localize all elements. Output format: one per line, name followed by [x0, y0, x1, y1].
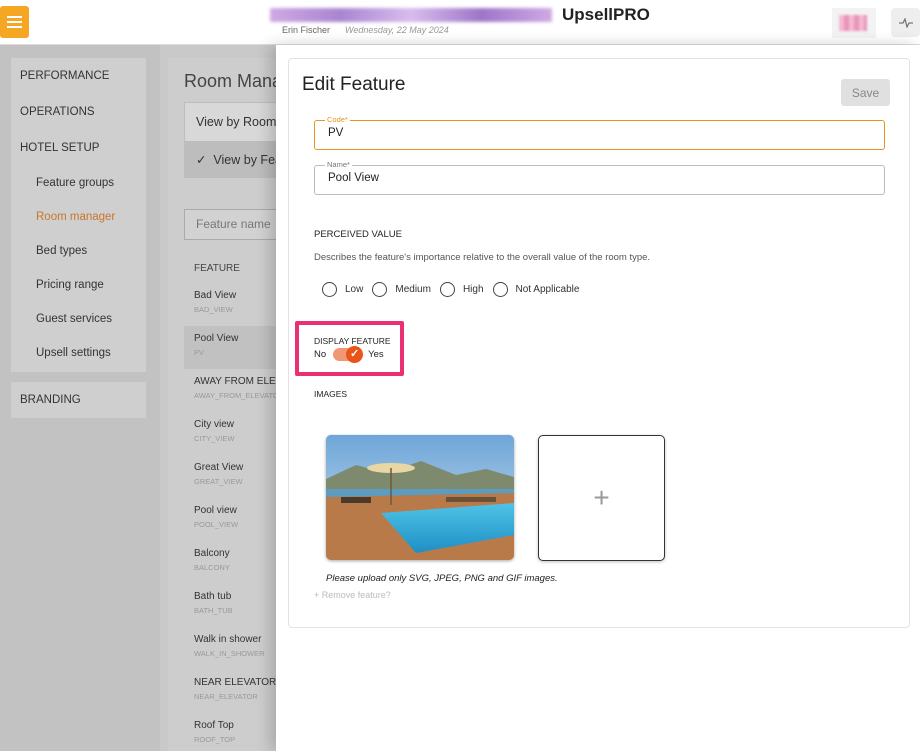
feature-code: WALK_IN_SHOWER [194, 649, 265, 658]
radio-label-medium: Medium [395, 284, 431, 295]
feature-search-input[interactable]: Feature name [184, 209, 276, 240]
sidebar-section-hotel-setup: HOTEL SETUP Feature groups Room manager … [11, 130, 146, 372]
name-field-label: Name* [325, 160, 352, 169]
feature-code: ROOF_TOP [194, 735, 236, 744]
feature-image-thumbnail[interactable] [326, 435, 514, 560]
radio-medium[interactable] [372, 282, 388, 297]
feature-code: CITY_VIEW [194, 434, 235, 443]
feature-name: Balcony [194, 548, 230, 559]
name-input[interactable] [328, 172, 858, 184]
feature-name: NEAR ELEVATOR [194, 677, 276, 688]
toggle-yes-label: Yes [368, 349, 384, 360]
sidebar-item-room-manager[interactable]: Room manager [11, 200, 146, 234]
feature-code: BATH_TUB [194, 606, 233, 615]
feature-row[interactable]: Pool view POOL_VIEW [184, 498, 276, 541]
sidebar-section-operations[interactable]: OPERATIONS [11, 94, 146, 130]
menu-icon[interactable] [0, 6, 29, 38]
feature-code: BALCONY [194, 563, 230, 572]
plus-icon: + [593, 482, 610, 513]
save-button[interactable]: Save [841, 79, 890, 106]
sidebar-item-hotel-setup[interactable]: HOTEL SETUP [11, 130, 146, 166]
feature-name: Pool view [194, 505, 237, 516]
add-image-button[interactable]: + [538, 435, 665, 561]
display-feature-label: DISPLAY FEATURE [314, 336, 391, 346]
edit-feature-drawer: Edit Feature Save Code* Name* PERCEIVED … [276, 45, 920, 751]
user-name: Erin Fischer [282, 25, 331, 35]
feature-row[interactable]: NEAR ELEVATOR NEAR_ELEVATOR [184, 670, 276, 713]
feature-column-header: FEATURE [194, 263, 240, 274]
check-icon: ✓ [196, 153, 214, 167]
check-icon: ✓ [346, 346, 364, 363]
feature-row[interactable]: City view CITY_VIEW [184, 412, 276, 455]
remove-feature-link[interactable]: + Remove feature? [314, 590, 391, 600]
feature-code: GREAT_VIEW [194, 477, 243, 486]
radio-high[interactable] [439, 282, 455, 297]
radio-low[interactable] [322, 282, 337, 297]
images-label: IMAGES [314, 389, 348, 399]
pulse-icon[interactable] [891, 8, 920, 37]
view-toggle: View by Room ✓ View by Feature [184, 102, 276, 178]
sidebar-item-operations[interactable]: OPERATIONS [11, 94, 146, 130]
edit-feature-card: Edit Feature Save Code* Name* PERCEIVED … [288, 58, 910, 628]
sidebar-item-pricing-range[interactable]: Pricing range [11, 268, 146, 302]
sidebar-section-branding[interactable]: BRANDING [11, 382, 146, 418]
name-field[interactable]: Name* [314, 160, 885, 195]
radio-label-high: High [462, 284, 484, 295]
radio-label-not-applicable: Not Applicable [515, 284, 580, 295]
toggle-no-label: No [314, 349, 327, 360]
perceived-value-options: Low Medium High Not Applicable [322, 282, 588, 297]
code-input[interactable] [328, 127, 858, 139]
feature-row[interactable]: Roof Top ROOF_TOP [184, 713, 276, 751]
feature-row[interactable]: Great View GREAT_VIEW [184, 455, 276, 498]
sidebar-section-performance[interactable]: PERFORMANCE [11, 58, 146, 94]
sidebar-item-feature-groups[interactable]: Feature groups [11, 166, 146, 200]
app-header: UpsellPRO Erin Fischer Wednesday, 22 May… [0, 0, 920, 45]
feature-name: Bath tub [194, 591, 232, 602]
sidebar-item-upsell-settings[interactable]: Upsell settings [11, 336, 146, 372]
radio-not-applicable[interactable] [492, 282, 508, 297]
view-by-room-button[interactable]: View by Room [185, 103, 276, 141]
current-date: Wednesday, 22 May 2024 [345, 25, 449, 35]
code-field[interactable]: Code* [314, 115, 885, 150]
feature-name: Great View [194, 462, 244, 473]
avatar[interactable] [832, 8, 876, 38]
feature-row[interactable]: Bath tub BATH_TUB [184, 584, 276, 627]
view-by-feature-button[interactable]: ✓ View by Feature [185, 141, 276, 177]
feature-row-selected[interactable]: Pool View PV [184, 326, 276, 369]
sidebar-item-bed-types[interactable]: Bed types [11, 234, 146, 268]
room-manager-panel: Room Manager View by Room ✓ View by Feat… [168, 58, 308, 751]
view-by-feature-label: View by Feature [213, 153, 276, 167]
code-field-label: Code* [325, 115, 350, 124]
feature-name: Pool View [194, 333, 239, 344]
feature-code: POOL_VIEW [194, 520, 239, 529]
feature-name: Bad View [194, 290, 237, 301]
sidebar: PERFORMANCE OPERATIONS HOTEL SETUP Featu… [0, 45, 160, 751]
feature-name: Roof Top [194, 720, 234, 731]
feature-row[interactable]: AWAY FROM ELEVATOR AWAY_FROM_ELEVATOR [184, 369, 276, 412]
brand-name: UpsellPRO [562, 5, 650, 24]
feature-name: AWAY FROM ELEVATOR [194, 376, 276, 387]
feature-code: AWAY_FROM_ELEVATOR [194, 391, 276, 400]
feature-name: City view [194, 419, 235, 430]
sidebar-item-branding[interactable]: BRANDING [11, 382, 146, 418]
sidebar-item-guest-services[interactable]: Guest services [11, 302, 146, 336]
upload-note: Please upload only SVG, JPEG, PNG and GI… [326, 573, 558, 584]
feature-row[interactable]: Bad View BAD_VIEW [184, 283, 276, 326]
feature-code: NEAR_ELEVATOR [194, 692, 258, 701]
perceived-value-description: Describes the feature's importance relat… [314, 252, 651, 263]
drawer-title: Edit Feature [302, 74, 406, 95]
feature-row[interactable]: Walk in shower WALK_IN_SHOWER [184, 627, 276, 670]
display-feature-toggle-row: No ✓ Yes [314, 346, 384, 363]
display-feature-toggle[interactable]: ✓ [333, 346, 364, 363]
hotel-name [270, 8, 552, 22]
feature-code: BAD_VIEW [194, 305, 233, 314]
sidebar-item-performance[interactable]: PERFORMANCE [11, 58, 146, 94]
feature-code: PV [194, 348, 205, 357]
feature-name: Walk in shower [194, 634, 262, 645]
perceived-value-label: PERCEIVED VALUE [314, 229, 402, 240]
radio-label-low: Low [345, 284, 364, 295]
feature-row[interactable]: Balcony BALCONY [184, 541, 276, 584]
